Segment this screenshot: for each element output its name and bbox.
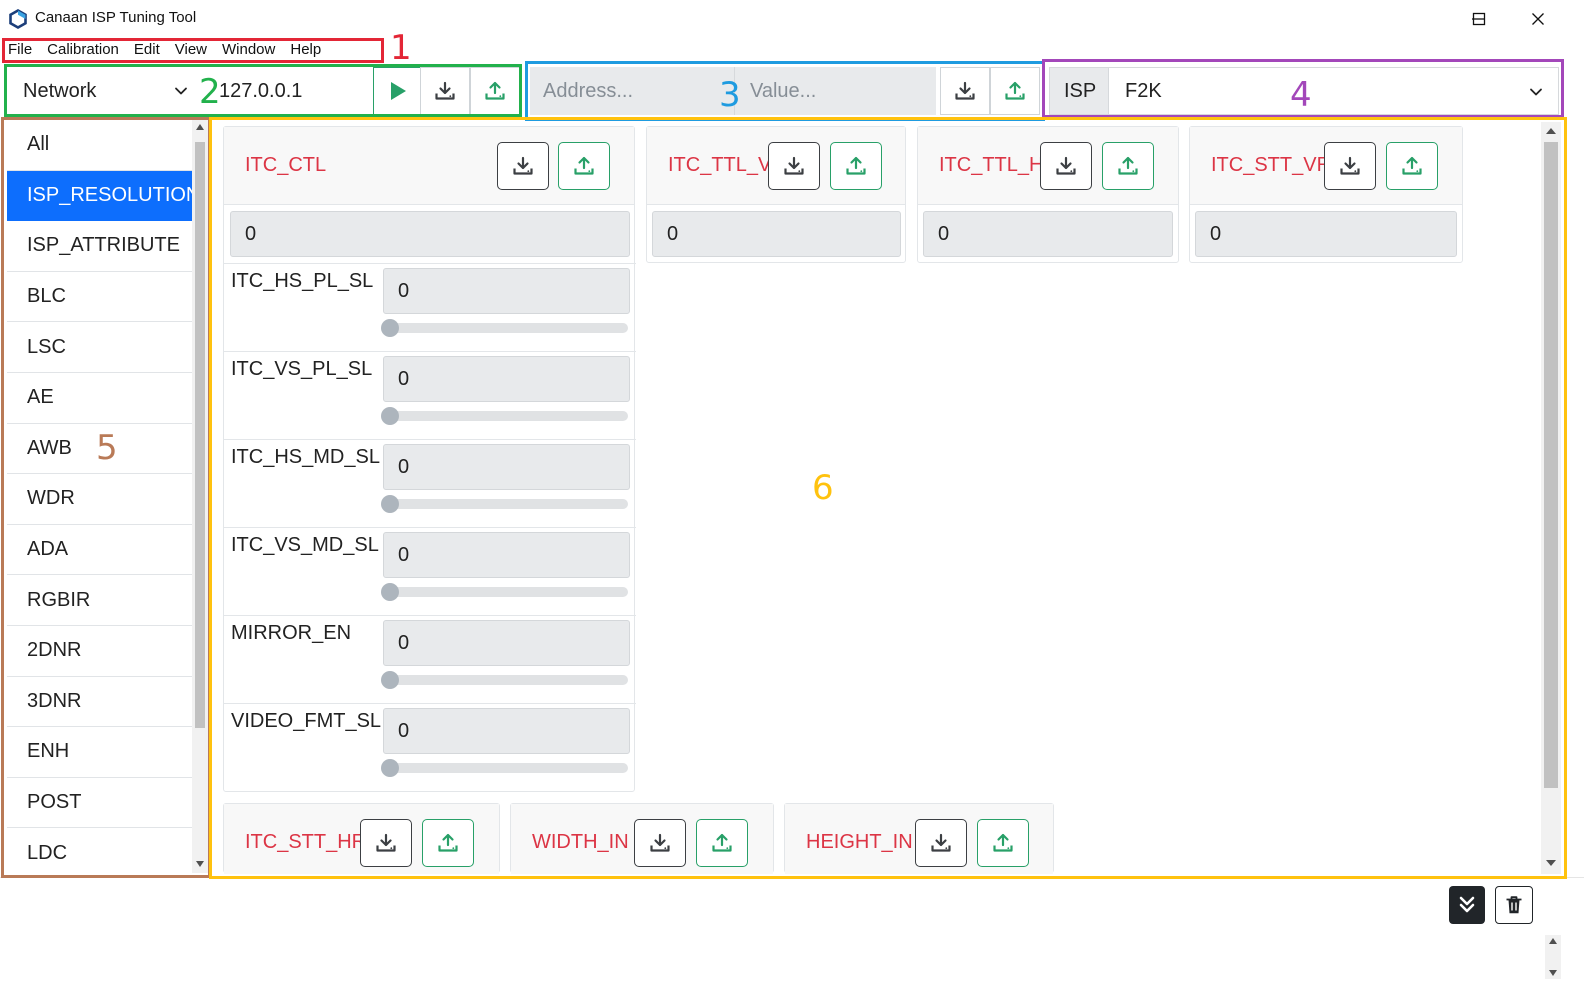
scroll-down-icon	[1549, 970, 1557, 976]
window-title: Canaan ISP Tuning Tool	[35, 9, 197, 26]
log-output-area[interactable]	[0, 877, 1584, 992]
annotation-box-sidebar	[1, 117, 211, 878]
scroll-to-bottom-button[interactable]	[1449, 886, 1485, 924]
trash-icon	[1506, 896, 1522, 914]
annotation-box-registers	[209, 117, 1567, 879]
clear-log-button[interactable]	[1495, 886, 1533, 924]
annotation-box-menu	[2, 38, 384, 63]
annotation-number-2: 2	[199, 72, 221, 112]
annotation-box-register	[525, 61, 1045, 121]
canaan-logo-icon	[9, 9, 27, 29]
log-scrollbar[interactable]	[1545, 935, 1561, 979]
annotation-number-4: 4	[1290, 75, 1312, 115]
annotation-number-1: 1	[390, 28, 412, 68]
annotation-number-6: 6	[812, 468, 834, 508]
annotation-number-5: 5	[96, 428, 118, 468]
annotation-box-connection	[4, 64, 522, 117]
title-bar: Canaan ISP Tuning Tool	[0, 0, 1584, 38]
maximize-button[interactable]	[1456, 6, 1502, 32]
close-button[interactable]	[1515, 6, 1561, 32]
annotation-number-3: 3	[719, 75, 741, 115]
close-icon	[1532, 13, 1544, 25]
double-chevron-down-icon	[1459, 896, 1475, 913]
scroll-up-icon	[1549, 938, 1557, 944]
maximize-icon	[1472, 12, 1486, 26]
